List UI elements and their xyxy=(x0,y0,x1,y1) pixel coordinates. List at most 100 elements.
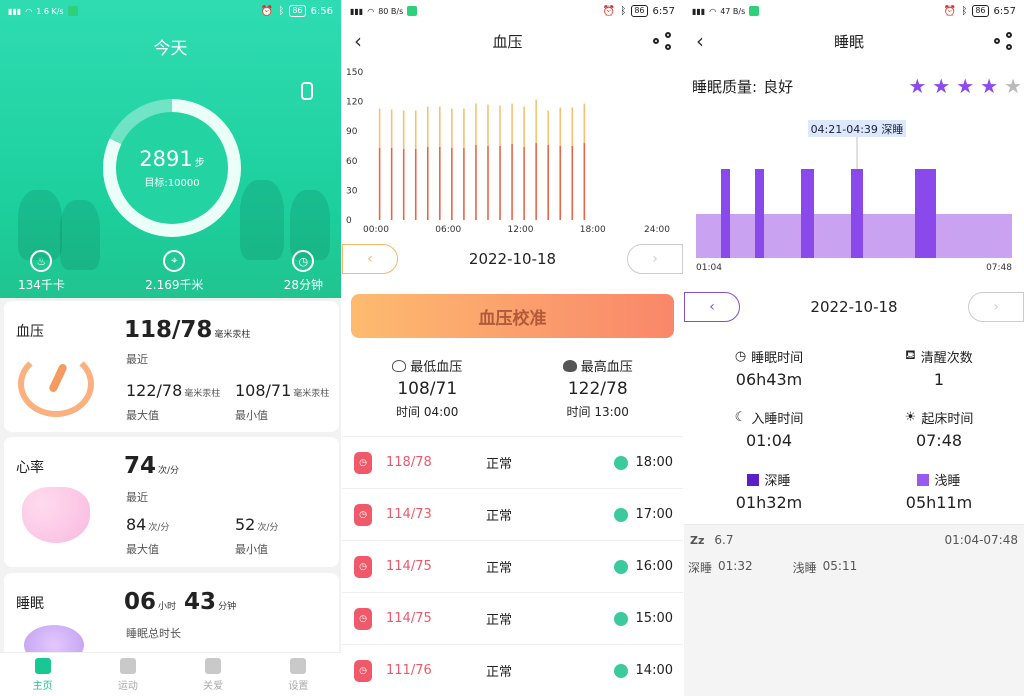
sleep-stage-chart[interactable]: 04:21-04:39 深睡 01:04 07:48 xyxy=(684,114,1024,274)
prev-day-button[interactable]: ‹ xyxy=(342,244,398,274)
distance-value: 2.169千米 xyxy=(145,278,204,292)
deep-sleep-bar xyxy=(851,169,863,258)
light-legend-icon xyxy=(917,473,930,486)
tab-label: 关爱 xyxy=(203,680,224,692)
calibrate-button[interactable]: 血压校准 xyxy=(351,294,674,338)
calories-value: 134千卡 xyxy=(18,278,65,292)
back-icon[interactable]: ‹ xyxy=(354,29,362,53)
blood-pressure-card[interactable]: 血压 118/78 毫米汞柱 最近 122/78 毫米汞柱 最大值 108/71 毫米… xyxy=(4,301,339,432)
card-title: 心率 xyxy=(16,460,44,476)
deep-duration: 01:32 xyxy=(718,559,753,573)
stat-label: 起床时间 xyxy=(921,412,974,427)
app-badge-icon xyxy=(749,6,760,16)
record-value: 111/76 xyxy=(386,663,432,678)
tab-settings[interactable]: 设置 xyxy=(256,653,341,696)
light-duration: 05:11 xyxy=(822,559,858,573)
share-icon[interactable] xyxy=(652,32,671,50)
share-icon[interactable] xyxy=(993,32,1012,50)
signal-icon: ▮▮▮ xyxy=(692,6,706,16)
sleep-minutes: 43 xyxy=(184,589,217,615)
home-screen: ▮▮▮ ◠ 1.6 K/s ⏰ ᛒ 86 6:56 今天 2891 步 目标:10000 ♨… xyxy=(0,0,341,696)
star-icon: ★ xyxy=(908,74,927,98)
bp-min-unit: 毫米汞柱 xyxy=(293,389,330,399)
stat-value: 1 xyxy=(933,370,945,389)
activity-stats: ♨ 134千卡 ⌖ 2.169千米 ◷ 28分钟 xyxy=(0,250,341,293)
x-tick-label: 24:00 xyxy=(644,225,670,235)
record-value: 118/78 xyxy=(386,455,432,470)
heart-icon xyxy=(22,487,90,543)
watch-icon[interactable] xyxy=(301,82,313,100)
y-tick-label: 150 xyxy=(346,68,363,78)
hours-unit: 小时 xyxy=(158,602,177,612)
back-icon[interactable]: ‹ xyxy=(696,29,704,53)
heart-rate-card[interactable]: 心率 74 次/分 最近 84 次/分 最大值 52 次/分 最小值 xyxy=(4,437,339,567)
clock-icon xyxy=(613,507,628,522)
sleep-score: 6.7 xyxy=(714,533,734,547)
moon-icon: ☾ xyxy=(734,410,747,425)
gauge-icon xyxy=(18,351,94,417)
star-icon: ★ xyxy=(932,74,951,98)
sleep-screen: ▮▮▮ ◠ 47 B/s ⏰ ᛒ 86 6:57 ‹ 睡眠 睡眠质量: 良好 ★ ★ ★ … xyxy=(684,0,1024,696)
calories-stat: ♨ 134千卡 xyxy=(18,250,65,293)
deep-sleep-bar xyxy=(755,169,764,258)
nav-bar: ‹ 睡眠 xyxy=(684,22,1024,60)
record-value: 114/75 xyxy=(386,559,432,574)
next-day-button[interactable]: › xyxy=(968,292,1024,322)
stat-value: 01h32m xyxy=(735,493,803,512)
deep-sleep-bar xyxy=(801,169,814,258)
home-icon xyxy=(34,657,51,674)
bedtime-stat: ☾ 入睡时间 01:04 xyxy=(684,408,854,450)
list-item[interactable]: ◷ 114/73 正常 17:00 xyxy=(342,488,683,540)
stat-value: 06h43m xyxy=(735,370,803,389)
lowest-time: 时间 04:00 xyxy=(396,405,459,419)
hr-max-unit: 次/分 xyxy=(148,523,170,533)
record-status: 正常 xyxy=(486,665,513,680)
steps-progress-ring[interactable]: 2891 步 目标:10000 xyxy=(103,99,241,237)
clock-icon xyxy=(613,559,628,574)
bluetooth-icon: ᛒ xyxy=(620,5,627,17)
alarm-icon: ⏰ xyxy=(943,5,957,17)
next-day-button[interactable]: › xyxy=(627,244,683,274)
hr-max-value: 84 xyxy=(126,515,147,534)
list-item[interactable]: ◷ 114/75 正常 16:00 xyxy=(342,540,683,592)
min-label: 最小值 xyxy=(235,409,268,422)
bp-min-value: 108/71 xyxy=(235,381,292,400)
watch-icon: ◷ xyxy=(354,555,372,578)
record-time: 17:00 xyxy=(635,507,673,522)
highest-label: 最高血压 xyxy=(580,360,633,375)
blood-pressure-screen: ▮▮▮ ◠ 80 B/s ⏰ ᛒ 86 6:57 ‹ 血压 150 120 90 60 30 0 00… xyxy=(342,0,683,696)
battery-indicator: 86 xyxy=(289,5,306,17)
y-tick-label: 120 xyxy=(346,98,363,108)
min-max-summary: 最低血压 108/71 时间 04:00 最高血压 122/78 时间 13:0… xyxy=(342,356,683,420)
sleep-total-label: 睡眠总时长 xyxy=(126,627,181,640)
x-tick-label: 12:00 xyxy=(508,225,534,235)
runner-silhouette xyxy=(240,180,284,260)
tab-sport[interactable]: 运动 xyxy=(85,653,170,696)
clock-icon: ◷ xyxy=(734,349,747,364)
watch-icon: ◷ xyxy=(354,659,372,682)
bp-latest-value: 118/78 xyxy=(124,317,213,343)
star-icon: ★ xyxy=(956,74,975,98)
list-item[interactable]: ◷ 118/78 正常 18:00 xyxy=(342,436,683,488)
gear-icon xyxy=(290,657,307,674)
watch-icon: ◷ xyxy=(354,607,372,630)
bp-unit: 毫米汞柱 xyxy=(214,330,251,340)
bottom-tab-bar: 主页 运动 关爱 设置 xyxy=(0,652,341,696)
duration-stat: ◷ 28分钟 xyxy=(284,250,323,293)
rise-stat: ☀ 起床时间 07:48 xyxy=(854,408,1024,450)
seat-icon: ⛾ xyxy=(905,348,916,363)
battery-indicator: 86 xyxy=(631,5,648,17)
record-time: 16:00 xyxy=(635,559,673,574)
hr-unit: 次/分 xyxy=(158,466,180,476)
sleep-card[interactable]: 睡眠 06 小时 43 分钟 睡眠总时长 xyxy=(4,573,339,665)
list-item[interactable]: ◷ 111/76 正常 14:00 xyxy=(342,644,683,696)
prev-day-button[interactable]: ‹ xyxy=(684,292,740,322)
tooltip-text: 04:21-04:39 深睡 xyxy=(811,123,904,136)
stat-label: 浅睡 xyxy=(934,474,961,489)
net-speed: 47 B/s xyxy=(720,6,746,16)
record-status: 正常 xyxy=(486,613,513,628)
tab-home[interactable]: 主页 xyxy=(0,653,85,696)
list-item[interactable]: ◷ 114/75 正常 15:00 xyxy=(342,592,683,644)
hr-min-value: 52 xyxy=(235,515,256,534)
tab-care[interactable]: 关爱 xyxy=(171,653,256,696)
